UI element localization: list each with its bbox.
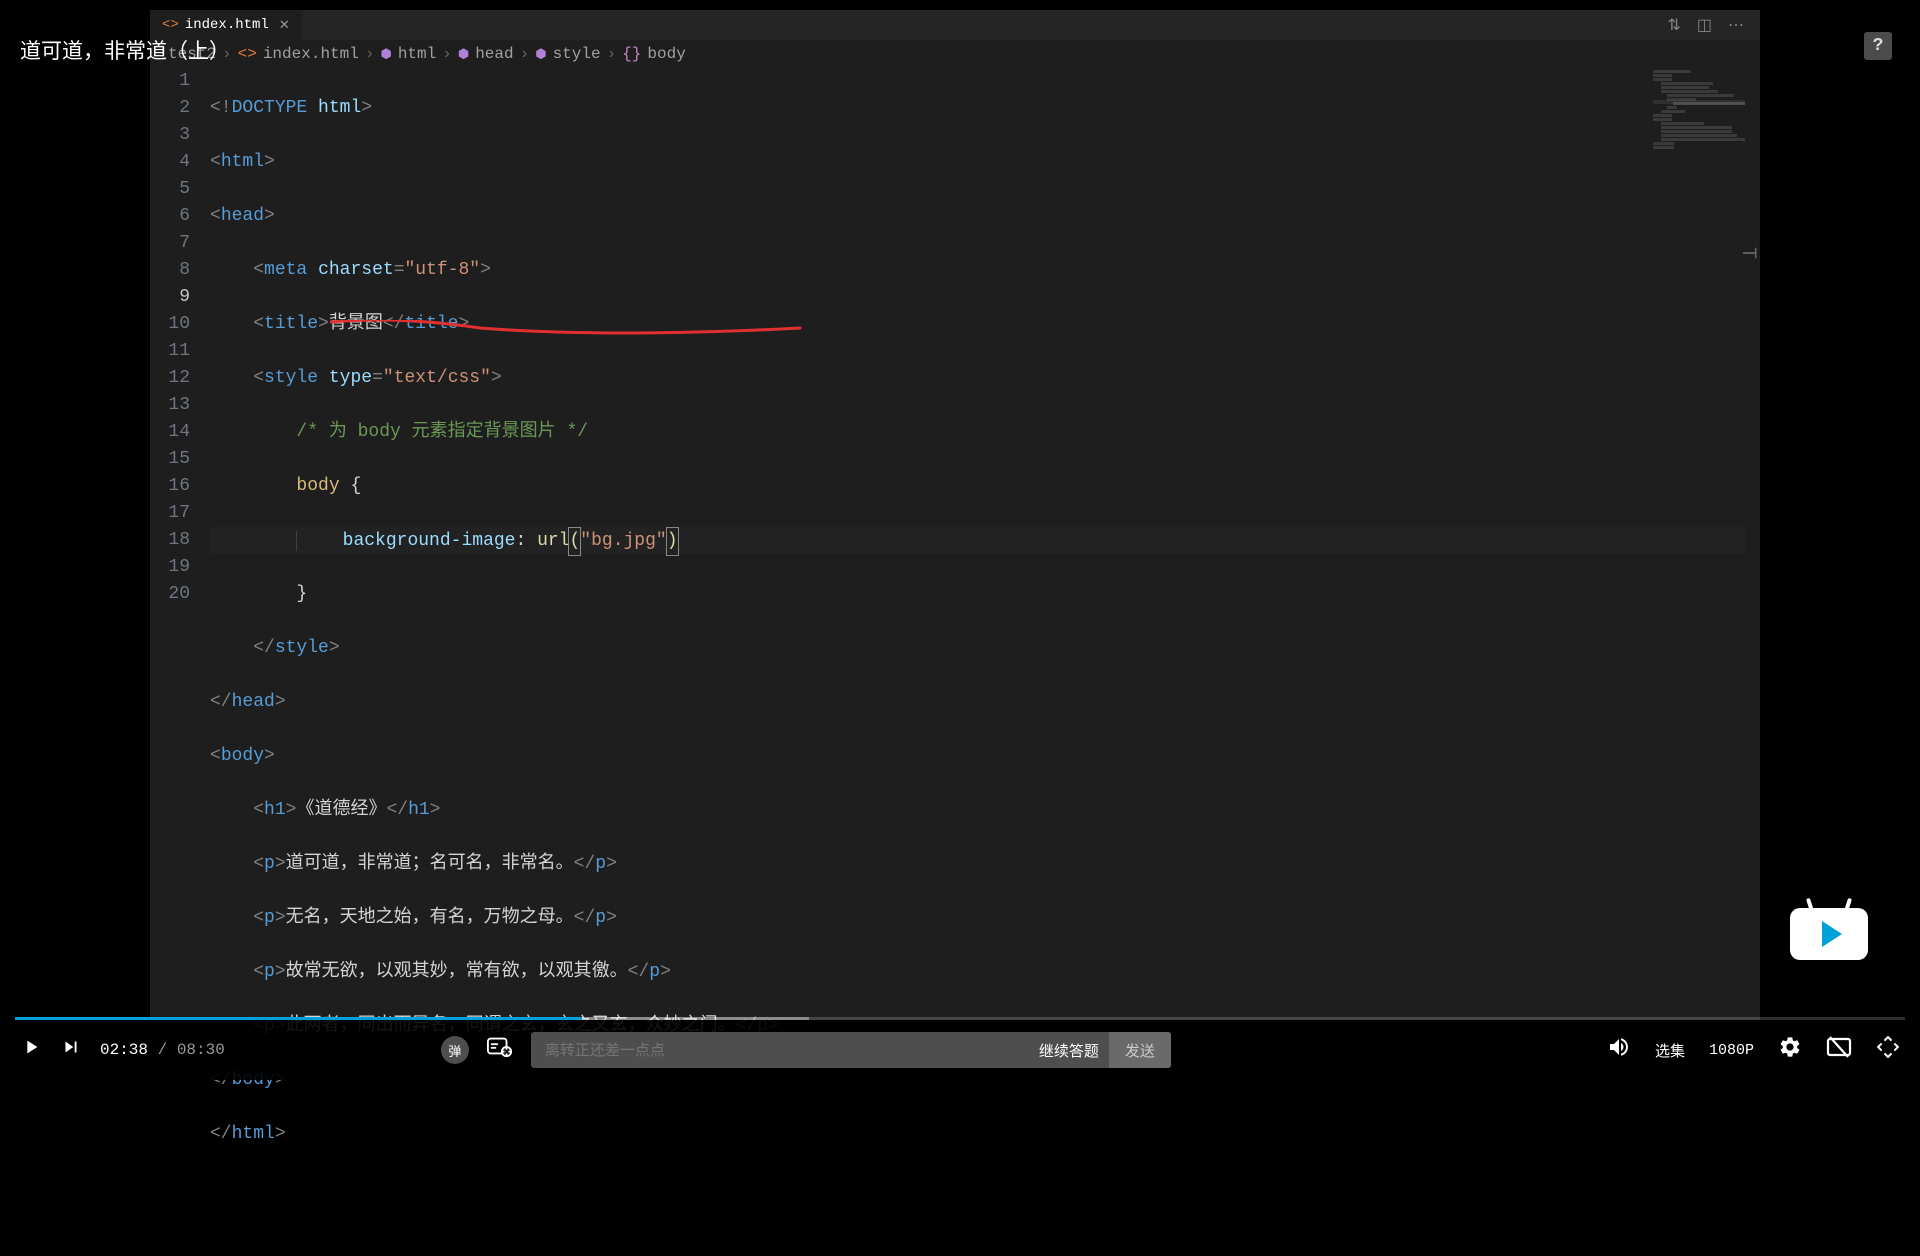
help-icon[interactable]: ? — [1864, 32, 1892, 60]
line-number: 4 — [150, 149, 190, 176]
line-number: 14 — [150, 419, 190, 446]
danmu-toggle[interactable]: 弹 — [441, 1036, 469, 1064]
right-controls: 选集 1080P — [1607, 1035, 1900, 1066]
line-number: 1 — [150, 68, 190, 95]
code-editor: <> index.html ✕ ⇅ ◫ ⋯ test2› <>index.htm… — [150, 10, 1760, 1020]
play-button[interactable] — [20, 1036, 42, 1065]
episode-button[interactable]: 选集 — [1655, 1040, 1685, 1061]
line-number: 11 — [150, 338, 190, 365]
line-number: 12 — [150, 365, 190, 392]
breadcrumb[interactable]: test2› <>index.html› ⬢html› ⬢head› ⬢styl… — [150, 40, 1760, 68]
time-display: 02:38 / 08:30 — [100, 1041, 225, 1059]
time-total: 08:30 — [177, 1041, 225, 1059]
symbol-icon: ⬢ — [380, 47, 391, 62]
close-icon[interactable]: ✕ — [279, 18, 290, 33]
scroll-ruler[interactable]: T — [1745, 65, 1760, 1020]
line-number: 15 — [150, 446, 190, 473]
settings-icon[interactable] — [1778, 1035, 1802, 1066]
more-icon[interactable]: ⋯ — [1728, 15, 1744, 35]
line-number: 9 — [150, 284, 190, 311]
symbol-icon: ⬢ — [458, 47, 469, 62]
breadcrumb-segment[interactable]: style — [553, 45, 601, 63]
line-number: 20 — [150, 581, 190, 608]
minimap[interactable] — [1653, 70, 1748, 710]
line-number: 10 — [150, 311, 190, 338]
html-file-icon: <> — [162, 17, 179, 33]
line-number: 6 — [150, 203, 190, 230]
symbol-icon: {} — [622, 45, 641, 63]
line-number: 2 — [150, 95, 190, 122]
line-number: 18 — [150, 527, 190, 554]
pip-icon[interactable] — [1826, 1035, 1852, 1066]
line-number: 17 — [150, 500, 190, 527]
line-number: 19 — [150, 554, 190, 581]
line-number: 7 — [150, 230, 190, 257]
pip-logo-icon[interactable] — [1790, 908, 1868, 960]
line-number: 3 — [150, 122, 190, 149]
compare-icon[interactable]: ⇅ — [1667, 15, 1680, 35]
video-title: 道可道，非常道（上） — [20, 35, 230, 65]
danmu-hint[interactable]: 继续答题 — [1039, 1040, 1109, 1061]
breadcrumb-segment[interactable]: index.html — [263, 45, 359, 63]
line-number: 8 — [150, 257, 190, 284]
tab-label: index.html — [185, 17, 269, 33]
tab-actions: ⇅ ◫ ⋯ — [1667, 15, 1760, 35]
line-number: 13 — [150, 392, 190, 419]
breadcrumb-segment[interactable]: body — [647, 45, 685, 63]
send-button[interactable]: 发送 — [1109, 1032, 1171, 1068]
split-icon[interactable]: ◫ — [1697, 15, 1712, 35]
volume-icon[interactable] — [1607, 1035, 1631, 1066]
breadcrumb-segment[interactable]: head — [475, 45, 513, 63]
html-file-icon: <> — [238, 45, 257, 63]
danmu-settings-icon[interactable] — [487, 1035, 513, 1065]
breadcrumb-segment[interactable]: html — [398, 45, 436, 63]
line-number: 5 — [150, 176, 190, 203]
danmu-input[interactable] — [531, 1042, 1039, 1059]
time-current: 02:38 — [100, 1041, 148, 1059]
tab-bar: <> index.html ✕ ⇅ ◫ ⋯ — [150, 10, 1760, 40]
danmu-input-container: 继续答题 发送 — [531, 1032, 1171, 1068]
video-controls: 02:38 / 08:30 弹 继续答题 发送 选集 1080P — [0, 1020, 1920, 1080]
fullscreen-icon[interactable] — [1876, 1035, 1900, 1066]
quality-button[interactable]: 1080P — [1709, 1042, 1754, 1059]
line-number: 16 — [150, 473, 190, 500]
symbol-icon: ⬢ — [535, 47, 546, 62]
next-button[interactable] — [60, 1036, 82, 1065]
